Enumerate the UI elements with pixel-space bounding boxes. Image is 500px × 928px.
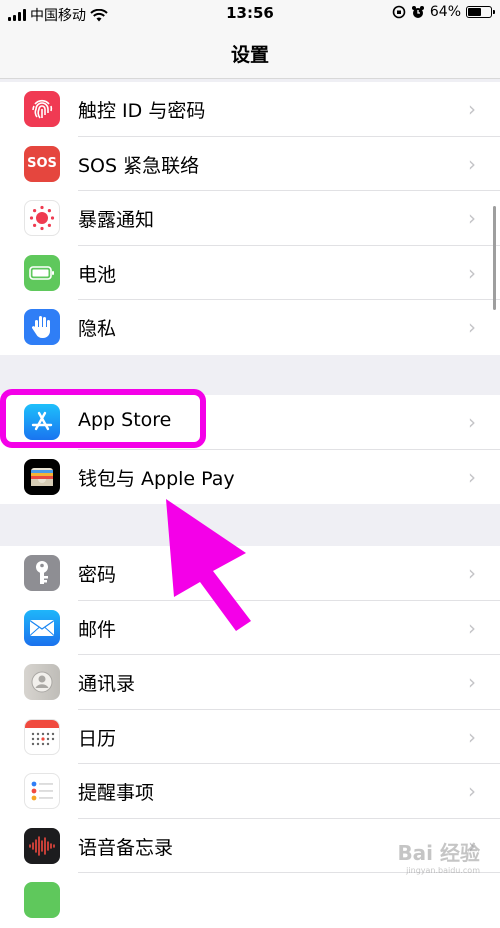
chevron-right-icon: › [468, 260, 476, 285]
settings-row-sos[interactable]: SOS SOS 紧急联络 › [0, 137, 500, 191]
highlight-box [0, 389, 206, 448]
settings-row-label: 语音备忘录 [78, 836, 174, 859]
settings-row-contacts[interactable]: 通讯录 › [0, 655, 500, 710]
chevron-right-icon: › [468, 464, 476, 489]
fingerprint-icon [24, 91, 60, 127]
settings-row-passwords[interactable]: 密码 › [0, 546, 500, 601]
settings-group-security: 触控 ID 与密码 › SOS SOS 紧急联络 › 暴露通知 › 电池 › 隐… [0, 82, 500, 355]
sos-icon: SOS [24, 145, 60, 182]
settings-row-exposure-notification[interactable]: 暴露通知 › [0, 191, 500, 246]
settings-row-touch-id[interactable]: 触控 ID 与密码 › [0, 82, 500, 137]
settings-row-label: 通讯录 [78, 673, 136, 695]
settings-row-label: 隐私 [78, 318, 117, 340]
key-icon [24, 555, 60, 591]
scrollbar[interactable] [493, 206, 496, 310]
chevron-right-icon: › [468, 315, 476, 339]
watermark-text: Bai 经验 [397, 841, 480, 865]
battery-level-fill [468, 8, 481, 16]
chevron-right-icon: › [468, 206, 476, 230]
settings-row-calendar[interactable]: 日历 › [0, 710, 500, 764]
chevron-right-icon: › [468, 724, 476, 749]
settings-row-privacy[interactable]: 隐私 › [0, 300, 500, 355]
chevron-right-icon: › [468, 670, 476, 694]
voice-memos-icon [24, 827, 60, 864]
settings-row-label: 邮件 [78, 618, 117, 641]
settings-row-label: 触控 ID 与密码 [78, 100, 206, 122]
settings-row-label: 密码 [78, 564, 117, 586]
chevron-right-icon: › [468, 410, 476, 434]
chevron-right-icon: › [468, 779, 476, 803]
watermark: Bai 经验 jingyan.baidu.com [397, 837, 480, 875]
settings-row-label: 日历 [78, 727, 117, 750]
battery-indicator-icon [466, 6, 495, 18]
settings-row-label: 电池 [78, 263, 117, 286]
battery-percent: 64% [429, 4, 461, 20]
calendar-icon [24, 718, 60, 755]
settings-row-mail[interactable]: 邮件 › [0, 601, 500, 655]
mail-icon [24, 609, 60, 646]
battery-icon [24, 254, 60, 291]
navigation-bar: 设置 [0, 28, 500, 79]
exposure-notification-icon [24, 200, 60, 236]
settings-row-wallet[interactable]: 钱包与 Apple Pay › [0, 450, 500, 505]
orientation-lock-icon [392, 5, 406, 19]
chevron-right-icon: › [468, 97, 476, 121]
settings-row-reminders[interactable]: 提醒事项 › [0, 764, 500, 819]
alarm-icon [411, 6, 424, 18]
watermark-sub: jingyan.baidu.com [406, 866, 480, 875]
settings-row-label: SOS 紧急联络 [78, 154, 200, 177]
reminders-icon [24, 773, 60, 809]
chevron-right-icon: › [468, 151, 476, 176]
sos-icon-text: SOS [27, 156, 57, 171]
chevron-right-icon: › [468, 561, 476, 585]
status-bar: 中国移动 13:56 64% [0, 0, 500, 28]
wallet-icon [24, 458, 60, 495]
page-title: 设置 [230, 44, 269, 66]
settings-row-label: 钱包与 Apple Pay [78, 467, 235, 490]
settings-row-label: 提醒事项 [78, 782, 155, 804]
settings-row-label: 暴露通知 [78, 209, 155, 231]
privacy-hand-icon [24, 309, 60, 345]
partial-app-icon [24, 882, 60, 918]
chevron-right-icon: › [468, 615, 476, 640]
contacts-icon [24, 664, 60, 700]
status-right: 64% [392, 4, 495, 20]
settings-row-battery[interactable]: 电池 › [0, 246, 500, 300]
settings-row-next-partial[interactable] [0, 873, 500, 928]
